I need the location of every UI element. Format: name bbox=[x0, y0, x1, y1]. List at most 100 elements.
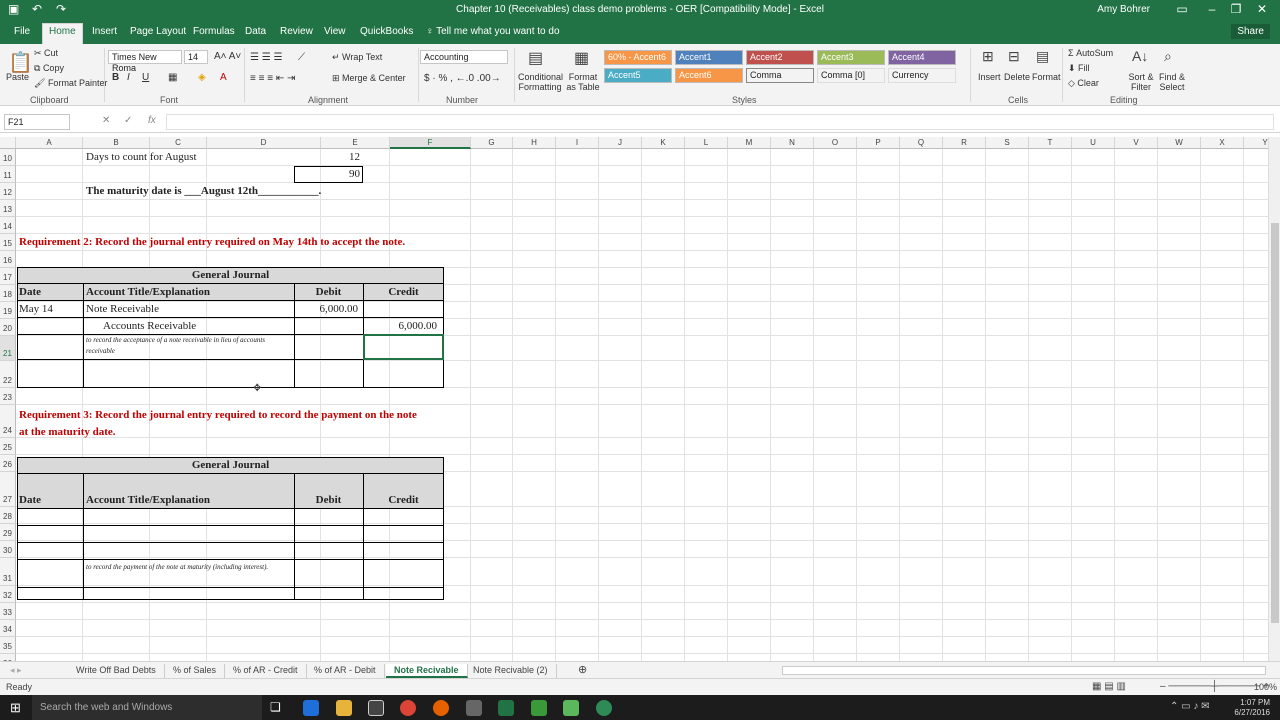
align-horizontal-icons[interactable]: ≡ ≡ ≡ ⇤ ⇥ bbox=[250, 73, 295, 84]
journal2-title[interactable]: General Journal bbox=[17, 459, 444, 471]
row-header-21[interactable]: 21 bbox=[0, 336, 16, 361]
share-button[interactable]: Share bbox=[1231, 24, 1270, 39]
conditional-formatting-icon[interactable]: ▤ bbox=[528, 48, 543, 68]
formula-input[interactable] bbox=[166, 114, 1274, 130]
clear-button[interactable]: ◇ Clear bbox=[1068, 78, 1099, 89]
style-accent1[interactable]: Accent1 bbox=[675, 50, 743, 65]
tab-quickbooks[interactable]: QuickBooks bbox=[354, 24, 419, 44]
column-header-g[interactable]: G bbox=[471, 137, 513, 149]
style-accent6[interactable]: Accent6 bbox=[675, 68, 743, 83]
row-header-13[interactable]: 13 bbox=[0, 200, 16, 217]
column-header-d[interactable]: D bbox=[207, 137, 321, 149]
vertical-scrollbar[interactable] bbox=[1268, 137, 1280, 661]
user-name[interactable]: Amy Bohrer bbox=[1097, 4, 1150, 15]
minimize-icon[interactable]: – bbox=[1202, 2, 1222, 16]
font-size-select[interactable]: 14 bbox=[184, 50, 208, 64]
style-accent3[interactable]: Accent3 bbox=[817, 50, 885, 65]
horizontal-scrollbar[interactable] bbox=[782, 666, 1266, 675]
orientation-icon[interactable]: ⟋ bbox=[298, 52, 305, 63]
cell-b10[interactable]: Days to count for August bbox=[86, 151, 197, 163]
calculator-icon[interactable] bbox=[466, 700, 482, 716]
style-accent4[interactable]: Accent4 bbox=[888, 50, 956, 65]
underline-icon[interactable]: U bbox=[142, 72, 149, 83]
font-name-select[interactable]: Times New Roma bbox=[108, 50, 182, 73]
column-header-l[interactable]: L bbox=[685, 137, 728, 149]
cell-b12[interactable]: The maturity date is ___August 12th_____… bbox=[86, 185, 321, 197]
sort-filter-button[interactable]: Sort & Filter bbox=[1126, 72, 1156, 92]
row-header-17[interactable]: 17 bbox=[0, 268, 16, 285]
column-header-j[interactable]: J bbox=[599, 137, 642, 149]
autosum-button[interactable]: Σ AutoSum bbox=[1068, 48, 1113, 58]
taskbar-search[interactable]: Search the web and Windows bbox=[32, 695, 262, 720]
style-currency[interactable]: Currency bbox=[888, 68, 956, 83]
cell-a24-line2[interactable]: at the maturity date. bbox=[19, 426, 116, 438]
format-painter-button[interactable]: 🖌 Format Painter bbox=[34, 78, 107, 89]
journal1-header-date[interactable]: Date bbox=[19, 286, 41, 298]
cell-a19[interactable]: May 14 bbox=[19, 303, 53, 315]
cell-a15[interactable]: Requirement 2: Record the journal entry … bbox=[19, 236, 405, 248]
bold-icon[interactable]: B bbox=[112, 72, 119, 83]
column-header-e[interactable]: E bbox=[321, 137, 390, 149]
sheet-tab-pct-sales[interactable]: % of Sales bbox=[165, 664, 226, 678]
format-cells-icon[interactable]: ▤ bbox=[1036, 48, 1049, 65]
row-header-31[interactable]: 31 bbox=[0, 558, 16, 586]
column-header-u[interactable]: U bbox=[1072, 137, 1115, 149]
row-header-36[interactable]: 36 bbox=[0, 654, 16, 661]
column-header-s[interactable]: S bbox=[986, 137, 1029, 149]
firefox-icon[interactable] bbox=[433, 700, 449, 716]
fill-button[interactable]: ⬇ Fill bbox=[1068, 63, 1090, 74]
column-header-w[interactable]: W bbox=[1158, 137, 1201, 149]
find-select-button[interactable]: Find & Select bbox=[1156, 72, 1188, 92]
sheet-tab-write-off[interactable]: Write Off Bad Debts bbox=[68, 664, 165, 678]
format-cells-button[interactable]: Format bbox=[1032, 72, 1061, 82]
view-mode-icons[interactable]: ▦ ▤ ▥ bbox=[1092, 681, 1126, 692]
delete-cells-button[interactable]: Delete bbox=[1004, 72, 1030, 82]
tab-insert[interactable]: Insert bbox=[86, 24, 123, 44]
format-table-icon[interactable]: ▦ bbox=[574, 48, 589, 68]
tab-page-layout[interactable]: Page Layout bbox=[124, 24, 192, 44]
taskbar-clock[interactable]: 1:07 PM 6/27/2016 bbox=[1234, 698, 1270, 718]
style-accent5[interactable]: Accent5 bbox=[604, 68, 672, 83]
row-header-32[interactable]: 32 bbox=[0, 586, 16, 603]
insert-function-icon[interactable]: fx bbox=[148, 115, 156, 126]
row-header-12[interactable]: 12 bbox=[0, 183, 16, 200]
row-header-11[interactable]: 11 bbox=[0, 166, 16, 183]
cut-button[interactable]: ✂ Cut bbox=[34, 48, 58, 59]
cell-a24-line1[interactable]: Requirement 3: Record the journal entry … bbox=[19, 409, 417, 421]
number-format-select[interactable]: Accounting bbox=[420, 50, 508, 64]
chrome-icon[interactable] bbox=[400, 700, 416, 716]
cell-f20[interactable]: 6,000.00 bbox=[365, 320, 438, 332]
journal1-header-account[interactable]: Account Title/Explanation bbox=[86, 286, 210, 298]
style-60-accent6[interactable]: 60% - Accent6 bbox=[604, 50, 672, 65]
ribbon-display-icon[interactable]: ▭ bbox=[1172, 2, 1192, 16]
row-header-33[interactable]: 33 bbox=[0, 603, 16, 620]
vertical-scroll-thumb[interactable] bbox=[1271, 223, 1279, 623]
tab-view[interactable]: View bbox=[318, 24, 352, 44]
style-accent2[interactable]: Accent2 bbox=[746, 50, 814, 65]
app-green3-icon[interactable] bbox=[596, 700, 612, 716]
cell-e19[interactable]: 6,000.00 bbox=[296, 303, 359, 315]
row-header-22[interactable]: 22 bbox=[0, 361, 16, 388]
insert-cells-button[interactable]: Insert bbox=[978, 72, 1001, 82]
column-header-t[interactable]: T bbox=[1029, 137, 1072, 149]
journal2-header-account[interactable]: Account Title/Explanation bbox=[86, 494, 210, 506]
journal1-header-credit[interactable]: Credit bbox=[363, 286, 444, 298]
font-color-icon[interactable]: A bbox=[220, 72, 227, 83]
tab-review[interactable]: Review bbox=[274, 24, 319, 44]
zoom-slider[interactable]: – ──────┼────── + bbox=[1160, 681, 1269, 692]
store-icon[interactable] bbox=[368, 700, 384, 716]
cell-e10[interactable]: 12 bbox=[296, 151, 360, 163]
paste-button[interactable]: Paste bbox=[6, 72, 29, 82]
spreadsheet-grid[interactable]: A B C D E F G H I J K L M N O P Q R S T U V W X Y 10 11 12 13 14 15 16 1… bbox=[0, 137, 1268, 661]
column-header-n[interactable]: N bbox=[771, 137, 814, 149]
column-header-y[interactable]: Y bbox=[1244, 137, 1268, 149]
column-header-a[interactable]: A bbox=[16, 137, 83, 149]
italic-icon[interactable]: I bbox=[127, 72, 130, 83]
merge-center-button[interactable]: ⊞ Merge & Center bbox=[332, 73, 406, 84]
number-format-icons[interactable]: $ · % , ←.0 .00→ bbox=[424, 73, 501, 84]
conditional-formatting-button[interactable]: Conditional Formatting bbox=[518, 72, 563, 92]
style-comma-0[interactable]: Comma [0] bbox=[817, 68, 885, 83]
column-header-v[interactable]: V bbox=[1115, 137, 1158, 149]
journal2-header-credit[interactable]: Credit bbox=[363, 494, 444, 506]
column-header-b[interactable]: B bbox=[83, 137, 150, 149]
